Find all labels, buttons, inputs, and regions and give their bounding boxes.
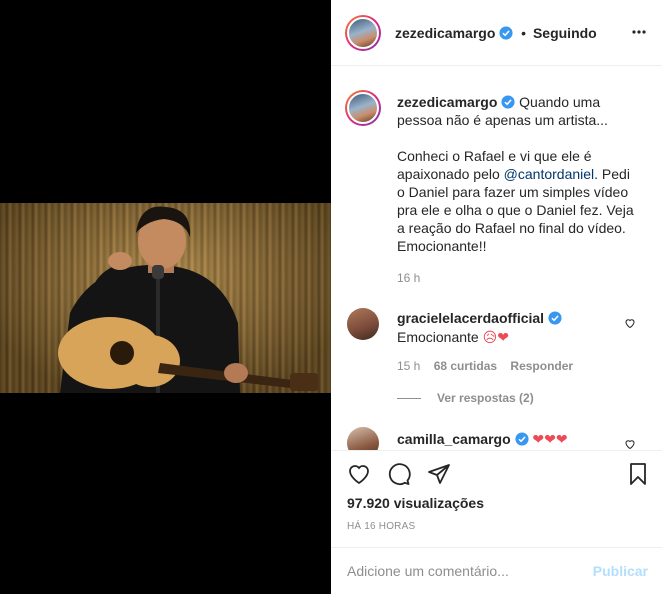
comment-username[interactable]: camilla_camargo: [397, 431, 511, 447]
author-avatar[interactable]: [345, 15, 381, 51]
post-details-panel: zezedicamargo • Seguindo zezedicamargo Q…: [331, 0, 662, 594]
bookmark-icon[interactable]: [626, 462, 650, 486]
comment-like-heart-icon[interactable]: [624, 317, 636, 329]
comment-item: camilla_camargo ❤❤❤: [397, 430, 637, 449]
more-horizontal-icon[interactable]: [632, 29, 646, 35]
view-replies-label: Ver respostas (2): [437, 391, 534, 405]
views-count[interactable]: 97.920 visualizações: [347, 495, 484, 511]
comment-emojis: 😥❤: [482, 330, 509, 346]
reply-button[interactable]: Responder: [510, 359, 573, 373]
comment-likes[interactable]: 68 curtidas: [434, 359, 497, 373]
heart-icon[interactable]: [347, 462, 371, 486]
video-player[interactable]: [0, 203, 331, 393]
verified-badge-icon: [499, 26, 513, 40]
comment-input[interactable]: [347, 563, 577, 579]
post-header: zezedicamargo • Seguindo: [331, 0, 662, 66]
comments-list[interactable]: zezedicamargo Quando uma pessoa não é ap…: [331, 66, 662, 450]
comment-meta: 15 h 68 curtidas Responder: [397, 359, 573, 373]
post-actions: 97.920 visualizações HÁ 16 HORAS: [331, 450, 662, 540]
comment-like-heart-icon[interactable]: [624, 438, 636, 450]
media-panel: [0, 0, 331, 594]
verified-badge-icon: [548, 311, 562, 325]
following-button[interactable]: Seguindo: [533, 25, 597, 41]
add-comment-bar: Publicar: [331, 547, 662, 594]
caption-time[interactable]: 16 h: [397, 271, 420, 285]
publish-button[interactable]: Publicar: [593, 563, 648, 579]
post-timestamp[interactable]: HÁ 16 HORAS: [347, 521, 415, 532]
comment-text: Emocionante: [397, 329, 479, 345]
verified-badge-icon: [514, 432, 529, 446]
commenter-avatar[interactable]: [347, 427, 379, 450]
separator-dot: •: [521, 25, 527, 41]
comment-username[interactable]: gracielelacerdaofficial: [397, 310, 544, 326]
caption-username[interactable]: zezedicamargo: [397, 94, 497, 110]
view-replies-toggle[interactable]: Ver respostas (2): [397, 391, 534, 405]
author-username[interactable]: zezedicamargo: [395, 25, 495, 41]
paper-plane-icon[interactable]: [427, 462, 451, 486]
comment-item: gracielelacerdaofficial Emocionante 😥❤: [397, 309, 637, 347]
commenter-avatar[interactable]: [347, 308, 379, 340]
caption: zezedicamargo Quando uma pessoa não é ap…: [397, 93, 637, 273]
comment-icon[interactable]: [387, 462, 411, 486]
mention-link[interactable]: @cantordaniel: [504, 166, 595, 182]
verified-badge-icon: [501, 95, 515, 109]
replies-line: [397, 398, 421, 400]
video-frame-illustration: [58, 206, 318, 393]
caption-avatar[interactable]: [345, 90, 381, 126]
comment-emojis: ❤❤❤: [532, 432, 568, 448]
comment-time[interactable]: 15 h: [397, 359, 420, 373]
